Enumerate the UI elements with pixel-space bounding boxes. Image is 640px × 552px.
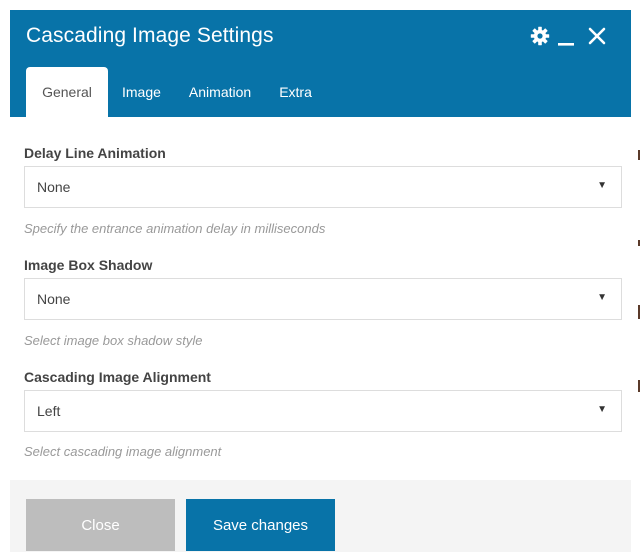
- dialog-title: Cascading Image Settings: [26, 24, 274, 47]
- select-value: Left: [37, 403, 61, 419]
- cascading-image-alignment-label: Cascading Image Alignment: [24, 369, 211, 385]
- delay-line-animation-help: Specify the entrance animation delay in …: [24, 221, 326, 236]
- cascading-image-alignment-select[interactable]: Left ▼: [24, 390, 622, 432]
- cascading-image-alignment-help: Select cascading image alignment: [24, 444, 222, 459]
- dialog-footer: Close Save changes: [10, 480, 631, 552]
- dialog-header: Cascading Image Settings General Image A…: [10, 10, 631, 117]
- tab-animation[interactable]: Animation: [175, 67, 265, 117]
- dropdown-arrow-icon: ▼: [597, 404, 607, 415]
- tab-general[interactable]: General: [26, 67, 108, 117]
- select-value: None: [37, 179, 71, 195]
- settings-dialog: Cascading Image Settings General Image A…: [0, 0, 640, 552]
- dropdown-arrow-icon: ▼: [597, 292, 607, 303]
- tab-image[interactable]: Image: [108, 67, 175, 117]
- dropdown-arrow-icon: ▼: [597, 180, 607, 191]
- gear-icon[interactable]: [529, 24, 551, 48]
- tab-extra[interactable]: Extra: [265, 67, 326, 117]
- delay-line-animation-label: Delay Line Animation: [24, 145, 166, 161]
- select-value: None: [37, 291, 71, 307]
- tab-bar: General Image Animation Extra: [26, 67, 326, 117]
- close-icon[interactable]: [586, 24, 608, 48]
- image-box-shadow-select[interactable]: None ▼: [24, 278, 622, 320]
- image-box-shadow-help: Select image box shadow style: [24, 333, 203, 348]
- dialog-body: Delay Line Animation None ▼ Specify the …: [10, 117, 631, 480]
- delay-line-animation-select[interactable]: None ▼: [24, 166, 622, 208]
- image-box-shadow-label: Image Box Shadow: [24, 257, 153, 273]
- close-button[interactable]: Close: [26, 499, 175, 551]
- minimize-icon[interactable]: [556, 24, 576, 48]
- save-changes-button[interactable]: Save changes: [186, 499, 335, 551]
